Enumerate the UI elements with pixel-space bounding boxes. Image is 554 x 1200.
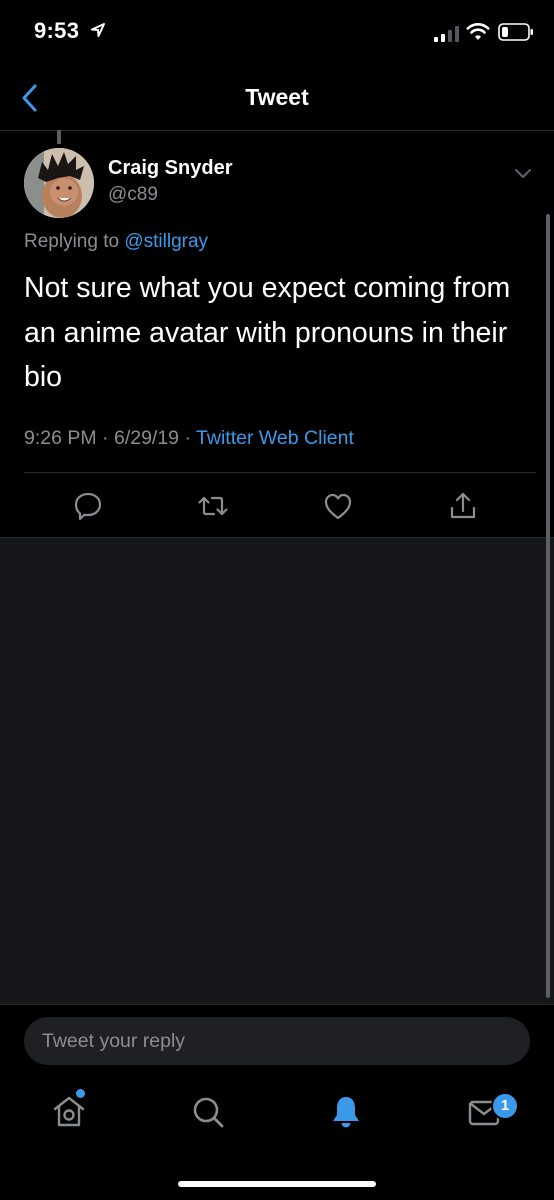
scrollbar[interactable] — [546, 214, 550, 998]
replying-to: Replying to @stillgray — [24, 231, 208, 253]
tweet-date: 6/29/19 — [113, 427, 180, 449]
reply-icon[interactable] — [72, 490, 104, 522]
replying-to-link[interactable]: @stillgray — [124, 231, 208, 252]
home-notification-dot — [76, 1089, 85, 1098]
tweet-text: Not sure what you expect coming from an … — [24, 272, 511, 393]
meta-separator: · — [102, 427, 109, 449]
author-name[interactable]: Craig Snyder — [108, 157, 232, 180]
replies-area — [0, 538, 554, 1004]
meta-separator: · — [184, 427, 191, 449]
search-icon[interactable] — [190, 1094, 226, 1130]
header-divider — [0, 130, 554, 131]
page-title: Tweet — [245, 84, 309, 110]
cellular-signal-icon — [434, 26, 459, 42]
replying-to-prefix: Replying to — [24, 231, 120, 252]
location-arrow-icon — [91, 23, 105, 37]
wifi-icon — [466, 23, 490, 40]
notifications-bell-icon[interactable] — [328, 1094, 364, 1130]
like-heart-icon[interactable] — [322, 490, 354, 522]
avatar[interactable] — [24, 148, 94, 218]
status-time: 9:53 — [34, 18, 80, 43]
composer-divider — [0, 1004, 554, 1005]
home-icon[interactable] — [51, 1094, 87, 1130]
author-handle[interactable]: @c89 — [108, 184, 158, 206]
battery-icon — [498, 23, 533, 41]
reply-placeholder: Tweet your reply — [42, 1030, 186, 1052]
tweet-meta: 9:26 PM · 6/29/19 · Twitter Web Client — [24, 427, 354, 450]
messages-badge: 1 — [491, 1092, 519, 1120]
home-indicator[interactable] — [178, 1181, 376, 1187]
share-icon[interactable] — [447, 490, 479, 522]
action-divider — [24, 472, 536, 473]
avatar-photo — [24, 148, 94, 218]
chevron-down-icon[interactable] — [512, 164, 534, 182]
tweet-time: 9:26 PM — [24, 427, 97, 449]
tweet-client[interactable]: Twitter Web Client — [196, 427, 354, 449]
thread-connector-line — [57, 130, 61, 144]
retweet-icon[interactable] — [197, 490, 229, 522]
